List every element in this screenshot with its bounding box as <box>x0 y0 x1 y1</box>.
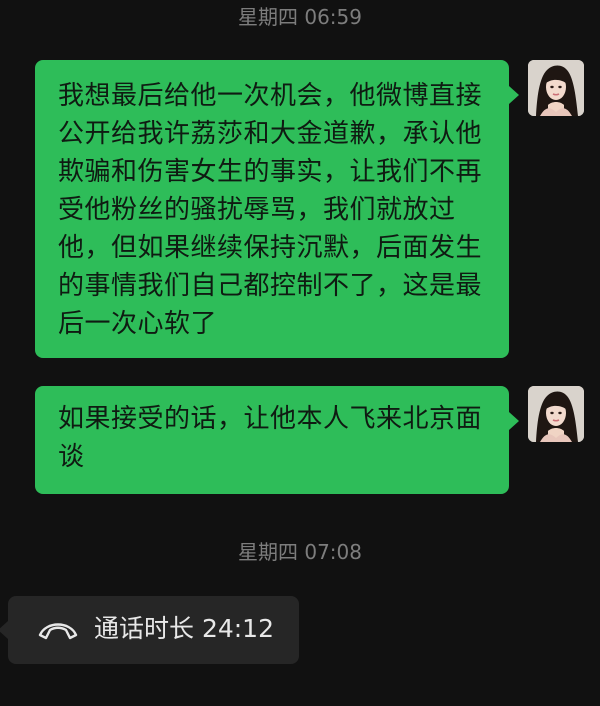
avatar-female-2[interactable] <box>528 386 584 442</box>
call-record-bubble[interactable]: 通话时长 24:12 <box>0 596 299 664</box>
avatar-female[interactable] <box>528 60 584 116</box>
avatar-image <box>528 386 584 442</box>
message-text-2: 如果接受的话，让他本人飞来北京面谈 <box>58 404 483 472</box>
message-bubble-1[interactable]: 我想最后给他一次机会，他微博直接公开给我许荔莎和大金道歉，承认他欺骗和伤害女生的… <box>35 60 519 358</box>
message-bubble-2[interactable]: 如果接受的话，让他本人飞来北京面谈 <box>35 386 519 494</box>
phone-hangup-icon <box>38 623 78 640</box>
message-text-1: 我想最后给他一次机会，他微博直接公开给我许荔莎和大金道歉，承认他欺骗和伤害女生的… <box>58 81 483 339</box>
timestamp-0708: 星期四 07:08 <box>238 540 362 564</box>
timestamp-0659: 星期四 06:59 <box>238 5 362 29</box>
call-duration-label: 通话时长 24:12 <box>94 614 274 643</box>
avatar-image <box>528 60 584 116</box>
